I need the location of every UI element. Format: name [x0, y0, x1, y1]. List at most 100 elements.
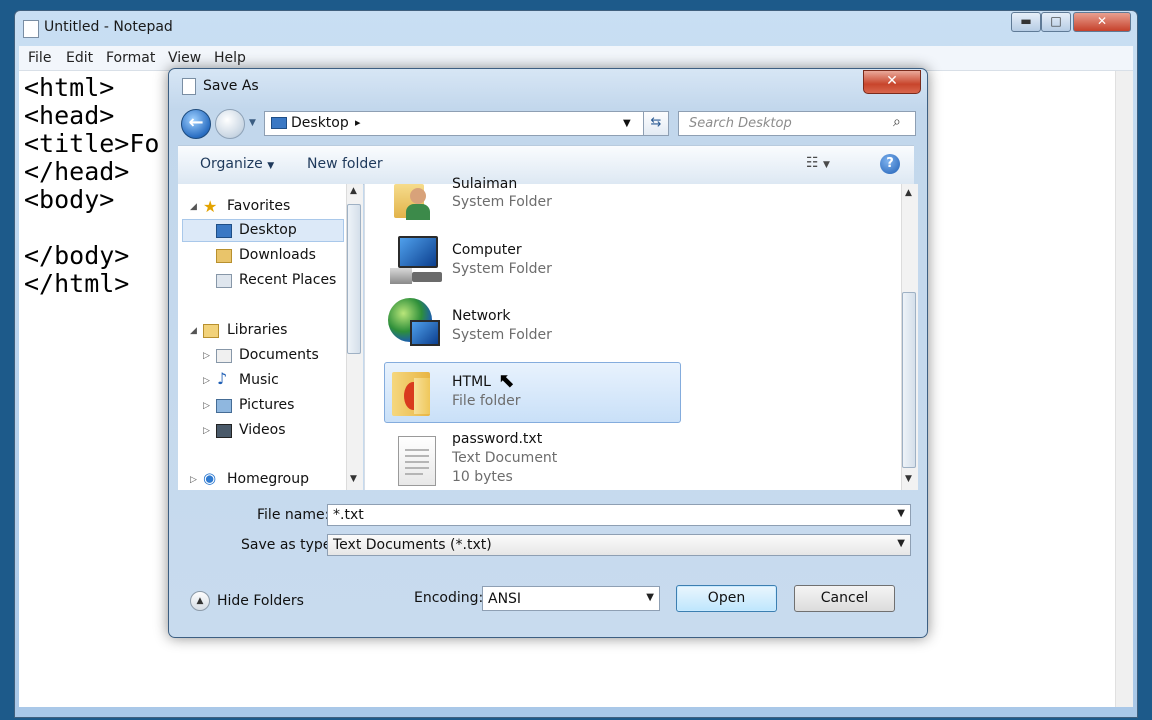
dialog-toolbar: Organize ▼ New folder ☷ ▼ ? — [178, 145, 914, 185]
expand-arrow-icon[interactable]: ▷ — [203, 351, 210, 361]
nav-favorites[interactable]: Favorites — [227, 198, 290, 214]
favorites-star-icon: ★ — [203, 197, 218, 216]
file-name[interactable]: Sulaiman — [452, 176, 517, 192]
forward-button[interactable] — [215, 109, 245, 139]
encoding-select[interactable]: ANSI ▼ — [482, 586, 660, 611]
file-name-label: File name: — [257, 507, 330, 523]
notepad-scrollbar[interactable] — [1115, 71, 1133, 707]
view-options-icon[interactable]: ☷ ▼ — [806, 155, 830, 171]
search-input[interactable]: Search Desktop — [678, 111, 916, 136]
recent-places-icon — [216, 274, 232, 288]
breadcrumb-arrow-icon[interactable]: ▸ — [355, 116, 361, 129]
code-line: </head> — [24, 157, 130, 186]
file-type: System Folder — [452, 327, 552, 343]
desktop-icon — [271, 117, 287, 129]
hide-folders-icon[interactable]: ▲ — [190, 591, 210, 611]
file-list-pane — [364, 184, 902, 490]
encoding-value: ANSI — [488, 591, 522, 607]
nav-item-videos[interactable]: Videos — [239, 422, 286, 438]
expand-arrow-icon[interactable]: ▷ — [203, 401, 210, 411]
new-folder-button[interactable]: New folder — [307, 156, 383, 172]
file-type: System Folder — [452, 261, 552, 277]
minimize-button[interactable]: ▬ — [1011, 12, 1041, 32]
file-type: File folder — [452, 393, 521, 409]
help-icon[interactable]: ? — [880, 154, 900, 174]
scroll-down-icon[interactable]: ▼ — [905, 474, 912, 484]
nav-homegroup[interactable]: Homegroup — [227, 471, 309, 487]
notepad-close-button[interactable]: ✕ — [1073, 12, 1131, 32]
libraries-icon — [203, 324, 219, 338]
expand-arrow-icon[interactable]: ◢ — [190, 202, 197, 212]
code-line: <head> — [24, 101, 115, 130]
music-icon: ♪ — [217, 369, 228, 388]
file-name-input[interactable]: *.txt ▼ — [327, 504, 911, 526]
open-button[interactable]: Open — [676, 585, 777, 612]
hide-folders-button[interactable]: Hide Folders — [217, 593, 304, 609]
encoding-label: Encoding: — [414, 590, 484, 606]
save-as-type-label: Save as type: — [241, 537, 337, 553]
nav-item-desktop[interactable]: Desktop — [239, 222, 297, 238]
maximize-button[interactable]: □ — [1041, 12, 1071, 32]
cancel-button[interactable]: Cancel — [794, 585, 895, 612]
save-as-type-value: Text Documents (*.txt) — [333, 537, 492, 553]
address-location[interactable]: Desktop — [291, 115, 349, 131]
address-dropdown-icon[interactable]: ▼ — [623, 118, 631, 129]
file-name[interactable]: password.txt — [452, 431, 542, 447]
expand-arrow-icon[interactable]: ◢ — [190, 326, 197, 336]
expand-arrow-icon[interactable]: ▷ — [203, 376, 210, 386]
mouse-cursor-icon: ⬉ — [498, 368, 515, 392]
chevron-down-icon[interactable]: ▼ — [646, 592, 654, 603]
downloads-icon — [216, 249, 232, 263]
file-name[interactable]: HTML — [452, 374, 491, 390]
menu-format[interactable]: Format — [106, 50, 155, 66]
homegroup-icon: ◉ — [203, 469, 217, 487]
save-as-type-select[interactable]: Text Documents (*.txt) ▼ — [327, 534, 911, 556]
organize-button[interactable]: Organize ▼ — [200, 156, 274, 172]
code-line: <title>Fo — [24, 129, 160, 158]
chevron-down-icon[interactable]: ▼ — [897, 508, 905, 519]
desktop-icon — [216, 224, 232, 238]
expand-arrow-icon[interactable]: ▷ — [203, 426, 210, 436]
scroll-up-icon[interactable]: ▲ — [905, 188, 912, 198]
nav-item-music[interactable]: Music — [239, 372, 279, 388]
menu-view[interactable]: View — [168, 50, 201, 66]
chevron-down-icon: ▼ — [267, 161, 275, 171]
file-name[interactable]: Network — [452, 308, 510, 324]
file-type: System Folder — [452, 194, 552, 210]
scroll-up-icon[interactable]: ▲ — [350, 186, 357, 196]
dialog-close-button[interactable]: ✕ — [863, 70, 921, 94]
nav-item-downloads[interactable]: Downloads — [239, 247, 316, 263]
file-name-value: *.txt — [333, 507, 364, 523]
dialog-icon — [182, 78, 196, 95]
file-list-scroll-thumb[interactable] — [902, 292, 916, 468]
back-button[interactable]: ← — [181, 109, 211, 139]
nav-libraries[interactable]: Libraries — [227, 322, 287, 338]
nav-item-pictures[interactable]: Pictures — [239, 397, 294, 413]
documents-icon — [216, 349, 232, 363]
file-size: 10 bytes — [452, 469, 513, 485]
network-icon — [388, 298, 444, 354]
computer-icon — [390, 234, 444, 286]
notepad-title: Untitled - Notepad — [44, 19, 173, 35]
code-line: <html> — [24, 73, 115, 102]
address-bar[interactable]: Desktop ▸ ▼ — [264, 111, 666, 136]
menu-help[interactable]: Help — [214, 50, 246, 66]
nav-item-recent-places[interactable]: Recent Places — [239, 272, 336, 288]
recent-pages-dropdown-icon[interactable]: ▼ — [249, 118, 256, 128]
back-arrow-icon: ← — [188, 112, 204, 133]
text-file-icon — [398, 436, 436, 486]
file-type: Text Document — [452, 450, 558, 466]
code-line: </body> — [24, 241, 130, 270]
scroll-down-icon[interactable]: ▼ — [350, 474, 357, 484]
nav-scroll-thumb[interactable] — [347, 204, 361, 354]
code-line: </html> — [24, 269, 130, 298]
menu-edit[interactable]: Edit — [66, 50, 93, 66]
expand-arrow-icon[interactable]: ▷ — [190, 475, 197, 485]
search-icon[interactable]: ⌕ — [893, 114, 901, 130]
file-name[interactable]: Computer — [452, 242, 522, 258]
nav-item-documents[interactable]: Documents — [239, 347, 319, 363]
refresh-icon[interactable]: ⇆ — [643, 111, 669, 136]
menu-file[interactable]: File — [28, 50, 51, 66]
code-line: <body> — [24, 185, 115, 214]
chevron-down-icon[interactable]: ▼ — [897, 538, 905, 549]
